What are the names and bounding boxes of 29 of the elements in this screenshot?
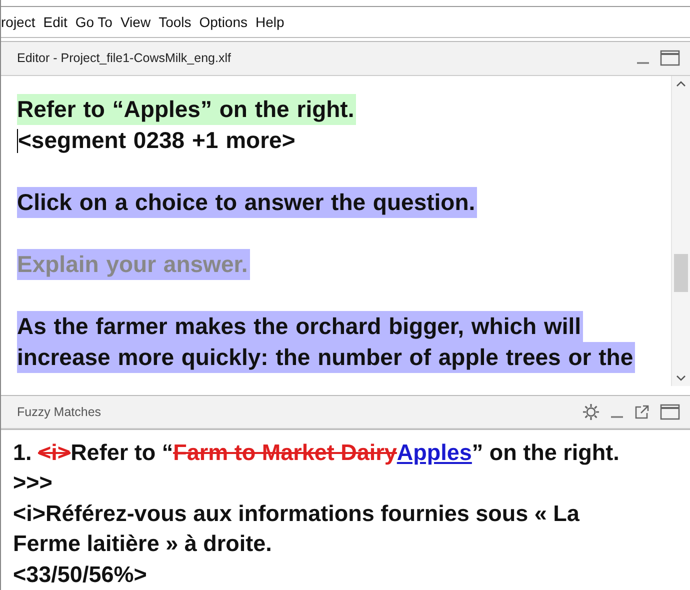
segment-text: As the farmer makes the orchard bigger, which will: [17, 311, 583, 342]
segment-text: Click on a choice to answer the question.: [17, 187, 478, 218]
pop-out-icon[interactable]: [634, 404, 650, 420]
menu-item[interactable]: Tools: [158, 14, 192, 30]
scroll-thumb[interactable]: [674, 254, 688, 292]
menu-item[interactable]: Go To: [75, 14, 112, 30]
menu-item[interactable]: View: [120, 14, 151, 30]
scrollbar[interactable]: [671, 76, 690, 386]
segment-text: increase more quickly: the number of apple trees or the: [17, 342, 636, 373]
menu-item[interactable]: Help: [256, 14, 284, 30]
match-text: <i>Référez-vous aux informations fournies sous « La: [13, 500, 580, 528]
settings-icon[interactable]: [582, 402, 600, 421]
segment-text: Explain your answer.: [17, 249, 250, 280]
panel-title: Fuzzy Matches: [17, 404, 102, 419]
segment-marker: <segment 0238 +1 more>: [18, 126, 296, 155]
menu-item[interactable]: Edit: [43, 14, 68, 30]
match-source-text: 1. <i>Refer to “Farm to Market DairyApples” on the right.: [13, 438, 620, 467]
segment-text: Refer to “Apples” on the right.: [17, 94, 356, 125]
maximize-icon[interactable]: [660, 404, 680, 420]
match-text: Ferme laitière » à droite.: [13, 530, 273, 558]
scroll-up-icon[interactable]: [676, 80, 686, 87]
text-cursor: [17, 128, 18, 152]
match-text: >>>: [13, 469, 54, 497]
panel-title: Editor - Project_file1-CowsMilk_eng.xlf: [17, 51, 232, 66]
scroll-down-icon[interactable]: [676, 375, 686, 382]
menu-item[interactable]: roject: [1, 14, 36, 30]
maximize-icon[interactable]: [660, 50, 680, 66]
match-text: <33/50/56%>: [13, 560, 148, 588]
menu-item[interactable]: Options: [199, 14, 248, 30]
